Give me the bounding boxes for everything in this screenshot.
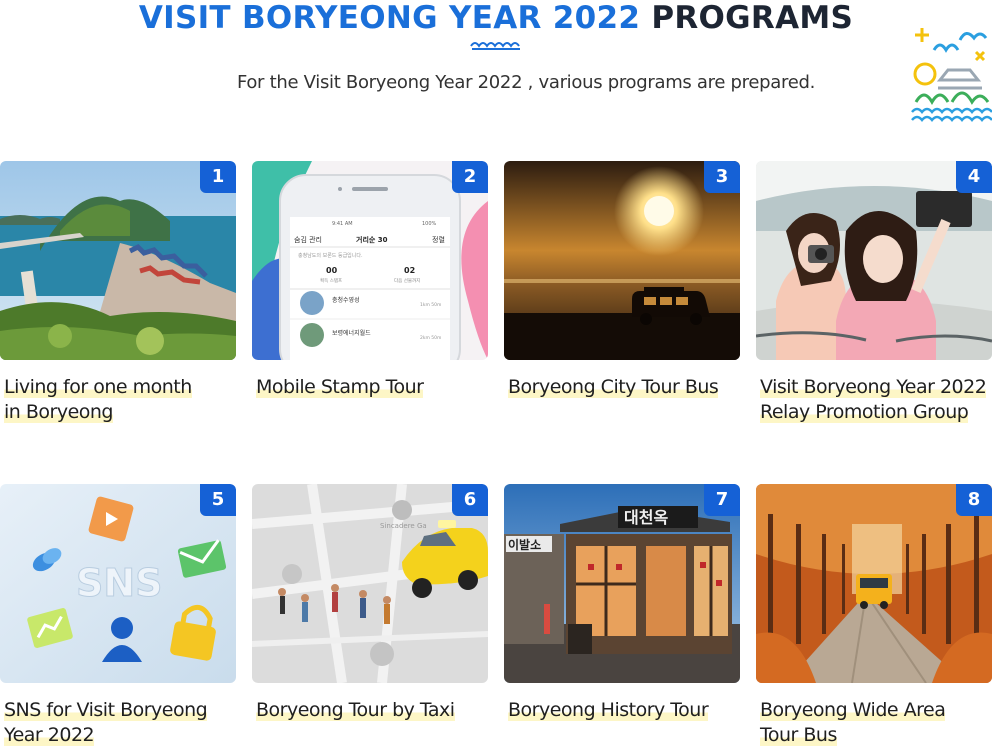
program-card-3[interactable]: 3 Boryeong City Tour Bus	[504, 161, 740, 400]
program-image-1[interactable]: 1	[0, 161, 236, 360]
program-card-8[interactable]: 8 Boryeong Wide Area Tour Bus	[756, 484, 992, 747]
program-title[interactable]: Boryeong Wide Area Tour Bus	[756, 698, 992, 747]
program-number-badge: 4	[956, 161, 992, 193]
svg-text:거리순 30: 거리순 30	[356, 235, 388, 244]
program-title[interactable]: Boryeong City Tour Bus	[504, 375, 740, 400]
svg-text:1km 50m: 1km 50m	[420, 302, 441, 308]
svg-text:숨김 관리: 숨김 관리	[294, 235, 322, 244]
program-number-badge: 6	[452, 484, 488, 516]
program-card-7[interactable]: 이발소 대천옥 7 Boryeong History Tour	[504, 484, 740, 723]
svg-text:2km 50m: 2km 50m	[420, 335, 441, 341]
program-image-6[interactable]: Sincadere Ga 6	[252, 484, 488, 683]
svg-text:획득 스탬프: 획득 스탬프	[320, 277, 342, 284]
program-title[interactable]: Boryeong History Tour	[504, 698, 740, 723]
svg-text:02: 02	[404, 266, 415, 275]
program-title[interactable]: SNS for Visit Boryeong Year 2022	[0, 698, 236, 747]
program-image-2[interactable]: 9:41 AM 100% 숨김 관리 거리순 30 정렬 충청남도의 보론드 등…	[252, 161, 488, 360]
program-title[interactable]: Boryeong Tour by Taxi	[252, 698, 488, 723]
page-title-highlight: VISIT BORYEONG YEAR 2022	[138, 0, 641, 36]
program-title[interactable]: Mobile Stamp Tour	[252, 375, 488, 400]
program-card-5[interactable]: SNS 5 SNS for Visit Boryeong Year 2022	[0, 484, 236, 747]
page-title: VISIT BORYEONG YEAR 2022 PROGRAMS	[0, 0, 992, 36]
svg-text:Sincadere Ga: Sincadere Ga	[380, 522, 427, 530]
program-card-6[interactable]: Sincadere Ga 6 Boryeong Tour by Taxi	[252, 484, 488, 723]
program-number-badge: 7	[704, 484, 740, 516]
svg-text:대천옥: 대천옥	[624, 508, 668, 527]
program-image-8[interactable]: 8	[756, 484, 992, 683]
svg-text:보령에너지월드: 보령에너지월드	[332, 329, 371, 337]
program-image-7[interactable]: 이발소 대천옥 7	[504, 484, 740, 683]
program-title[interactable]: Living for one month in Boryeong	[0, 375, 236, 425]
program-card-2[interactable]: 9:41 AM 100% 숨김 관리 거리순 30 정렬 충청남도의 보론드 등…	[252, 161, 488, 400]
svg-text:정렬: 정렬	[432, 235, 445, 244]
svg-text:100%: 100%	[422, 221, 437, 227]
svg-text:다음 선물까지: 다음 선물까지	[394, 277, 420, 284]
program-number-badge: 5	[200, 484, 236, 516]
program-number-badge: 1	[200, 161, 236, 193]
page-title-rest: PROGRAMS	[651, 0, 854, 36]
program-number-badge: 3	[704, 161, 740, 193]
program-image-4[interactable]: 4	[756, 161, 992, 360]
svg-text:00: 00	[326, 266, 338, 275]
program-card-4[interactable]: 4 Visit Boryeong Year 2022 Relay Promoti…	[756, 161, 992, 425]
program-number-badge: 8	[956, 484, 992, 516]
program-number-badge: 2	[452, 161, 488, 193]
program-card-1[interactable]: 1 Living for one month in Boryeong	[0, 161, 236, 425]
svg-text:충청남도의 보론드 등급입니다.: 충청남도의 보론드 등급입니다.	[298, 252, 363, 259]
wave-decoration-icon	[470, 42, 520, 50]
page-subtitle: For the Visit Boryeong Year 2022 , vario…	[236, 72, 816, 93]
svg-text:9:41 AM: 9:41 AM	[332, 221, 353, 227]
boryeong-emblem-icon	[911, 28, 992, 122]
svg-text:이발소: 이발소	[508, 537, 541, 552]
svg-text:SNS: SNS	[76, 561, 163, 605]
program-title[interactable]: Visit Boryeong Year 2022 Relay Promotion…	[756, 375, 992, 425]
program-image-3[interactable]: 3	[504, 161, 740, 360]
program-image-5[interactable]: SNS 5	[0, 484, 236, 683]
svg-text:충청수영성: 충청수영성	[332, 296, 360, 304]
